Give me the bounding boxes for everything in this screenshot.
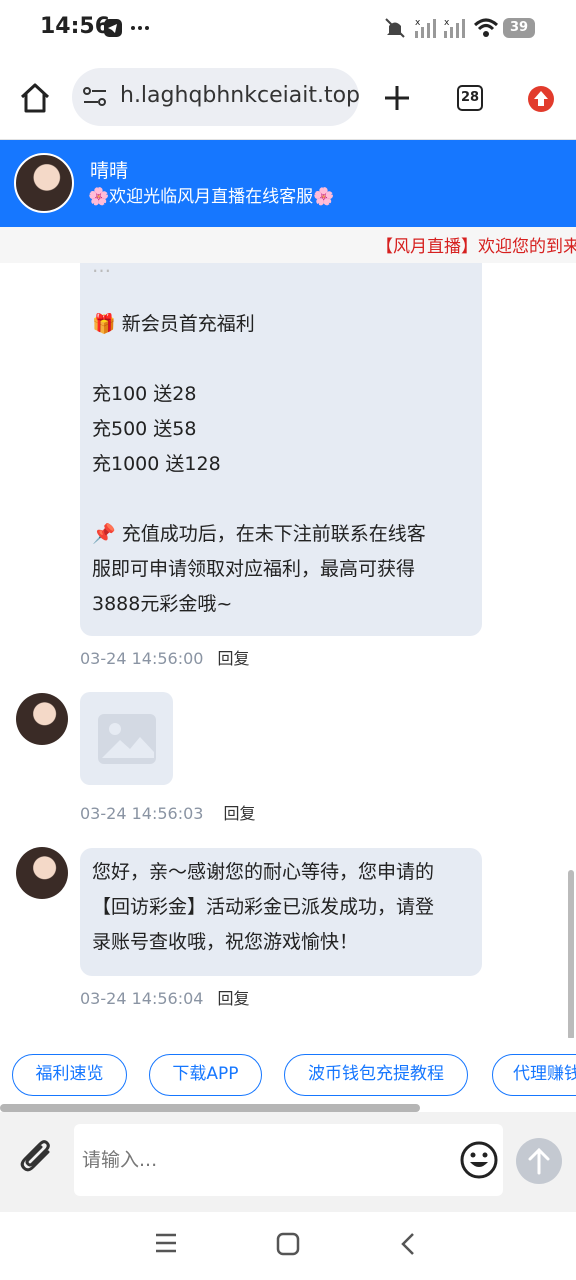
reply-link[interactable]: 回复 [217, 649, 249, 668]
message-line: 服即可申请领取对应福利，最高可获得 [92, 558, 416, 580]
home-square-icon[interactable] [276, 1232, 300, 1260]
battery-level: 39 [503, 18, 535, 38]
message-line: 📌 充值成功后，在未下注前联系在线客 [92, 523, 426, 545]
wifi-icon [473, 17, 499, 39]
plus-icon[interactable] [383, 84, 411, 116]
more-dots-icon [130, 17, 150, 39]
url-text: h.laghqbhnkceiait.top [120, 83, 361, 108]
agent-subtitle: 🌸欢迎光临风月直播在线客服🌸 [88, 187, 335, 207]
message-meta: 03-24 14:56:03 回复 [80, 800, 255, 824]
message-line: 充100 送28 [92, 383, 197, 405]
svg-text:x: x [444, 18, 450, 28]
agent-name: 晴晴 [90, 160, 129, 182]
attach-icon[interactable] [18, 1138, 58, 1182]
quick-button-download[interactable]: 下载APP [149, 1054, 262, 1096]
site-settings-icon[interactable] [82, 86, 108, 112]
quick-reply-bar: 福利速览 下载APP 波币钱包充提教程 代理赚钱 [0, 1038, 576, 1112]
quick-button-welfare[interactable]: 福利速览 [12, 1054, 127, 1096]
message-input-box[interactable] [74, 1124, 503, 1196]
chat-header: 晴晴 🌸欢迎光临风月直播在线客服🌸 [0, 140, 576, 227]
emoji-icon[interactable] [459, 1140, 499, 1184]
message-line: 【回访彩金】活动彩金已派发成功，请登 [92, 896, 435, 918]
back-icon[interactable] [398, 1231, 418, 1261]
chat-messages[interactable]: … 🎁 新会员首充福利 充100 送28 充500 送58 充1000 送128… [0, 263, 576, 1038]
message-line: 🎁 新会员首充福利 [92, 313, 255, 335]
image-message[interactable] [80, 692, 173, 785]
message-line: 您好，亲～感谢您的耐心等待，您申请的 [92, 861, 435, 883]
message-time: 03-24 14:56:04 [80, 989, 204, 1008]
agent-avatar [16, 693, 68, 745]
marquee-text: 【风月直播】欢迎您的到来 [376, 237, 576, 257]
quick-button-agent[interactable]: 代理赚钱 [492, 1054, 576, 1096]
signal-1-icon: x [413, 17, 439, 39]
address-bar[interactable]: h.laghqbhnkceiait.top [72, 68, 361, 126]
chat-scrollbar[interactable] [568, 870, 574, 1040]
message-line: 3888元彩金哦~ [92, 593, 233, 615]
agent-avatar [14, 153, 74, 213]
status-bar: 14:56 x x 39 [0, 0, 576, 56]
send-button[interactable] [516, 1138, 562, 1184]
message-input[interactable] [82, 1144, 442, 1176]
mute-icon [383, 17, 407, 39]
menu-icon[interactable] [154, 1232, 178, 1258]
message-time: 03-24 14:56:00 [80, 649, 204, 668]
agent-avatar [16, 847, 68, 899]
quick-button-wallet-guide[interactable]: 波币钱包充提教程 [284, 1054, 468, 1096]
reply-link[interactable]: 回复 [217, 989, 249, 1008]
message-time: 03-24 14:56:03 [80, 804, 204, 823]
announcement-marquee: 【风月直播】欢迎您的到来 [0, 227, 576, 263]
upload-icon[interactable] [527, 85, 555, 117]
message-cutoff-text: … [92, 263, 111, 277]
image-placeholder-icon [97, 713, 156, 764]
browser-toolbar: h.laghqbhnkceiait.top 28 [0, 56, 576, 140]
message-bubble: 您好，亲～感谢您的耐心等待，您申请的 【回访彩金】活动彩金已派发成功，请登 录账… [80, 848, 482, 976]
send-icon [528, 1147, 550, 1175]
tab-count-button[interactable]: 28 [457, 85, 483, 111]
message-line: 充1000 送128 [92, 453, 221, 475]
message-bubble: … 🎁 新会员首充福利 充100 送28 充500 送58 充1000 送128… [80, 263, 482, 636]
message-meta: 03-24 14:56:04 回复 [80, 985, 249, 1009]
message-line: 录账号查收哦，祝您游戏愉快！ [92, 931, 359, 953]
message-line: 充500 送58 [92, 418, 197, 440]
svg-text:x: x [415, 18, 421, 28]
signal-2-icon: x [442, 17, 468, 39]
system-nav-bar [0, 1212, 576, 1280]
reply-link[interactable]: 回复 [223, 804, 255, 823]
message-meta: 03-24 14:56:00 回复 [80, 645, 249, 669]
input-bar [0, 1112, 576, 1212]
status-time: 14:56 [40, 14, 111, 39]
quick-bar-scrollbar[interactable] [0, 1104, 420, 1112]
telegram-icon [103, 17, 123, 39]
home-icon[interactable] [18, 82, 52, 118]
